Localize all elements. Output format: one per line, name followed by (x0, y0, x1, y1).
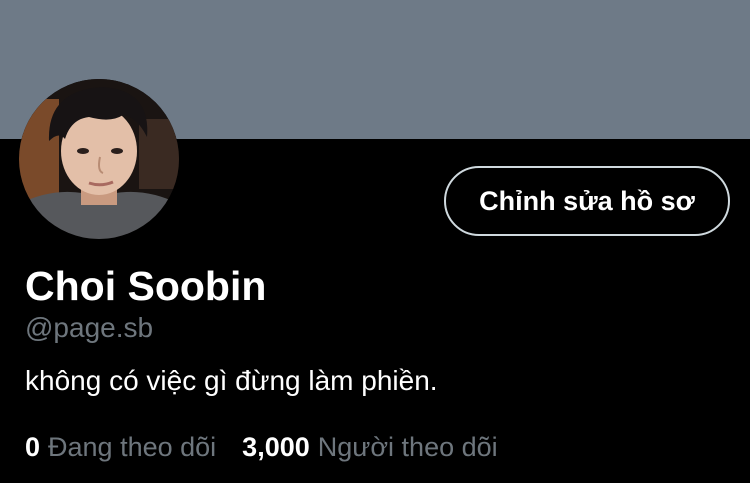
profile-bio: không có việc gì đừng làm phiền. (25, 365, 438, 396)
followers-label: Người theo dõi (317, 432, 498, 462)
following-count: 0 (25, 432, 41, 462)
profile-handle: @page.sb (25, 312, 154, 343)
followers-count: 3,000 (242, 432, 310, 462)
following-label: Đang theo dõi (48, 432, 217, 462)
edit-profile-button[interactable]: Chỉnh sửa hồ sơ (444, 166, 730, 236)
avatar[interactable] (19, 79, 179, 239)
following-stat[interactable]: 0 Đang theo dõi (25, 429, 216, 465)
avatar-photo (19, 79, 179, 239)
followers-stat[interactable]: 3,000 Người theo dõi (242, 429, 497, 465)
profile-name: Choi Soobin (25, 263, 267, 309)
profile-page: Chỉnh sửa hồ sơ Choi Soobin @page.sb khô… (0, 0, 750, 483)
profile-stats: 0 Đang theo dõi 3,000 Người theo dõi (25, 429, 498, 465)
